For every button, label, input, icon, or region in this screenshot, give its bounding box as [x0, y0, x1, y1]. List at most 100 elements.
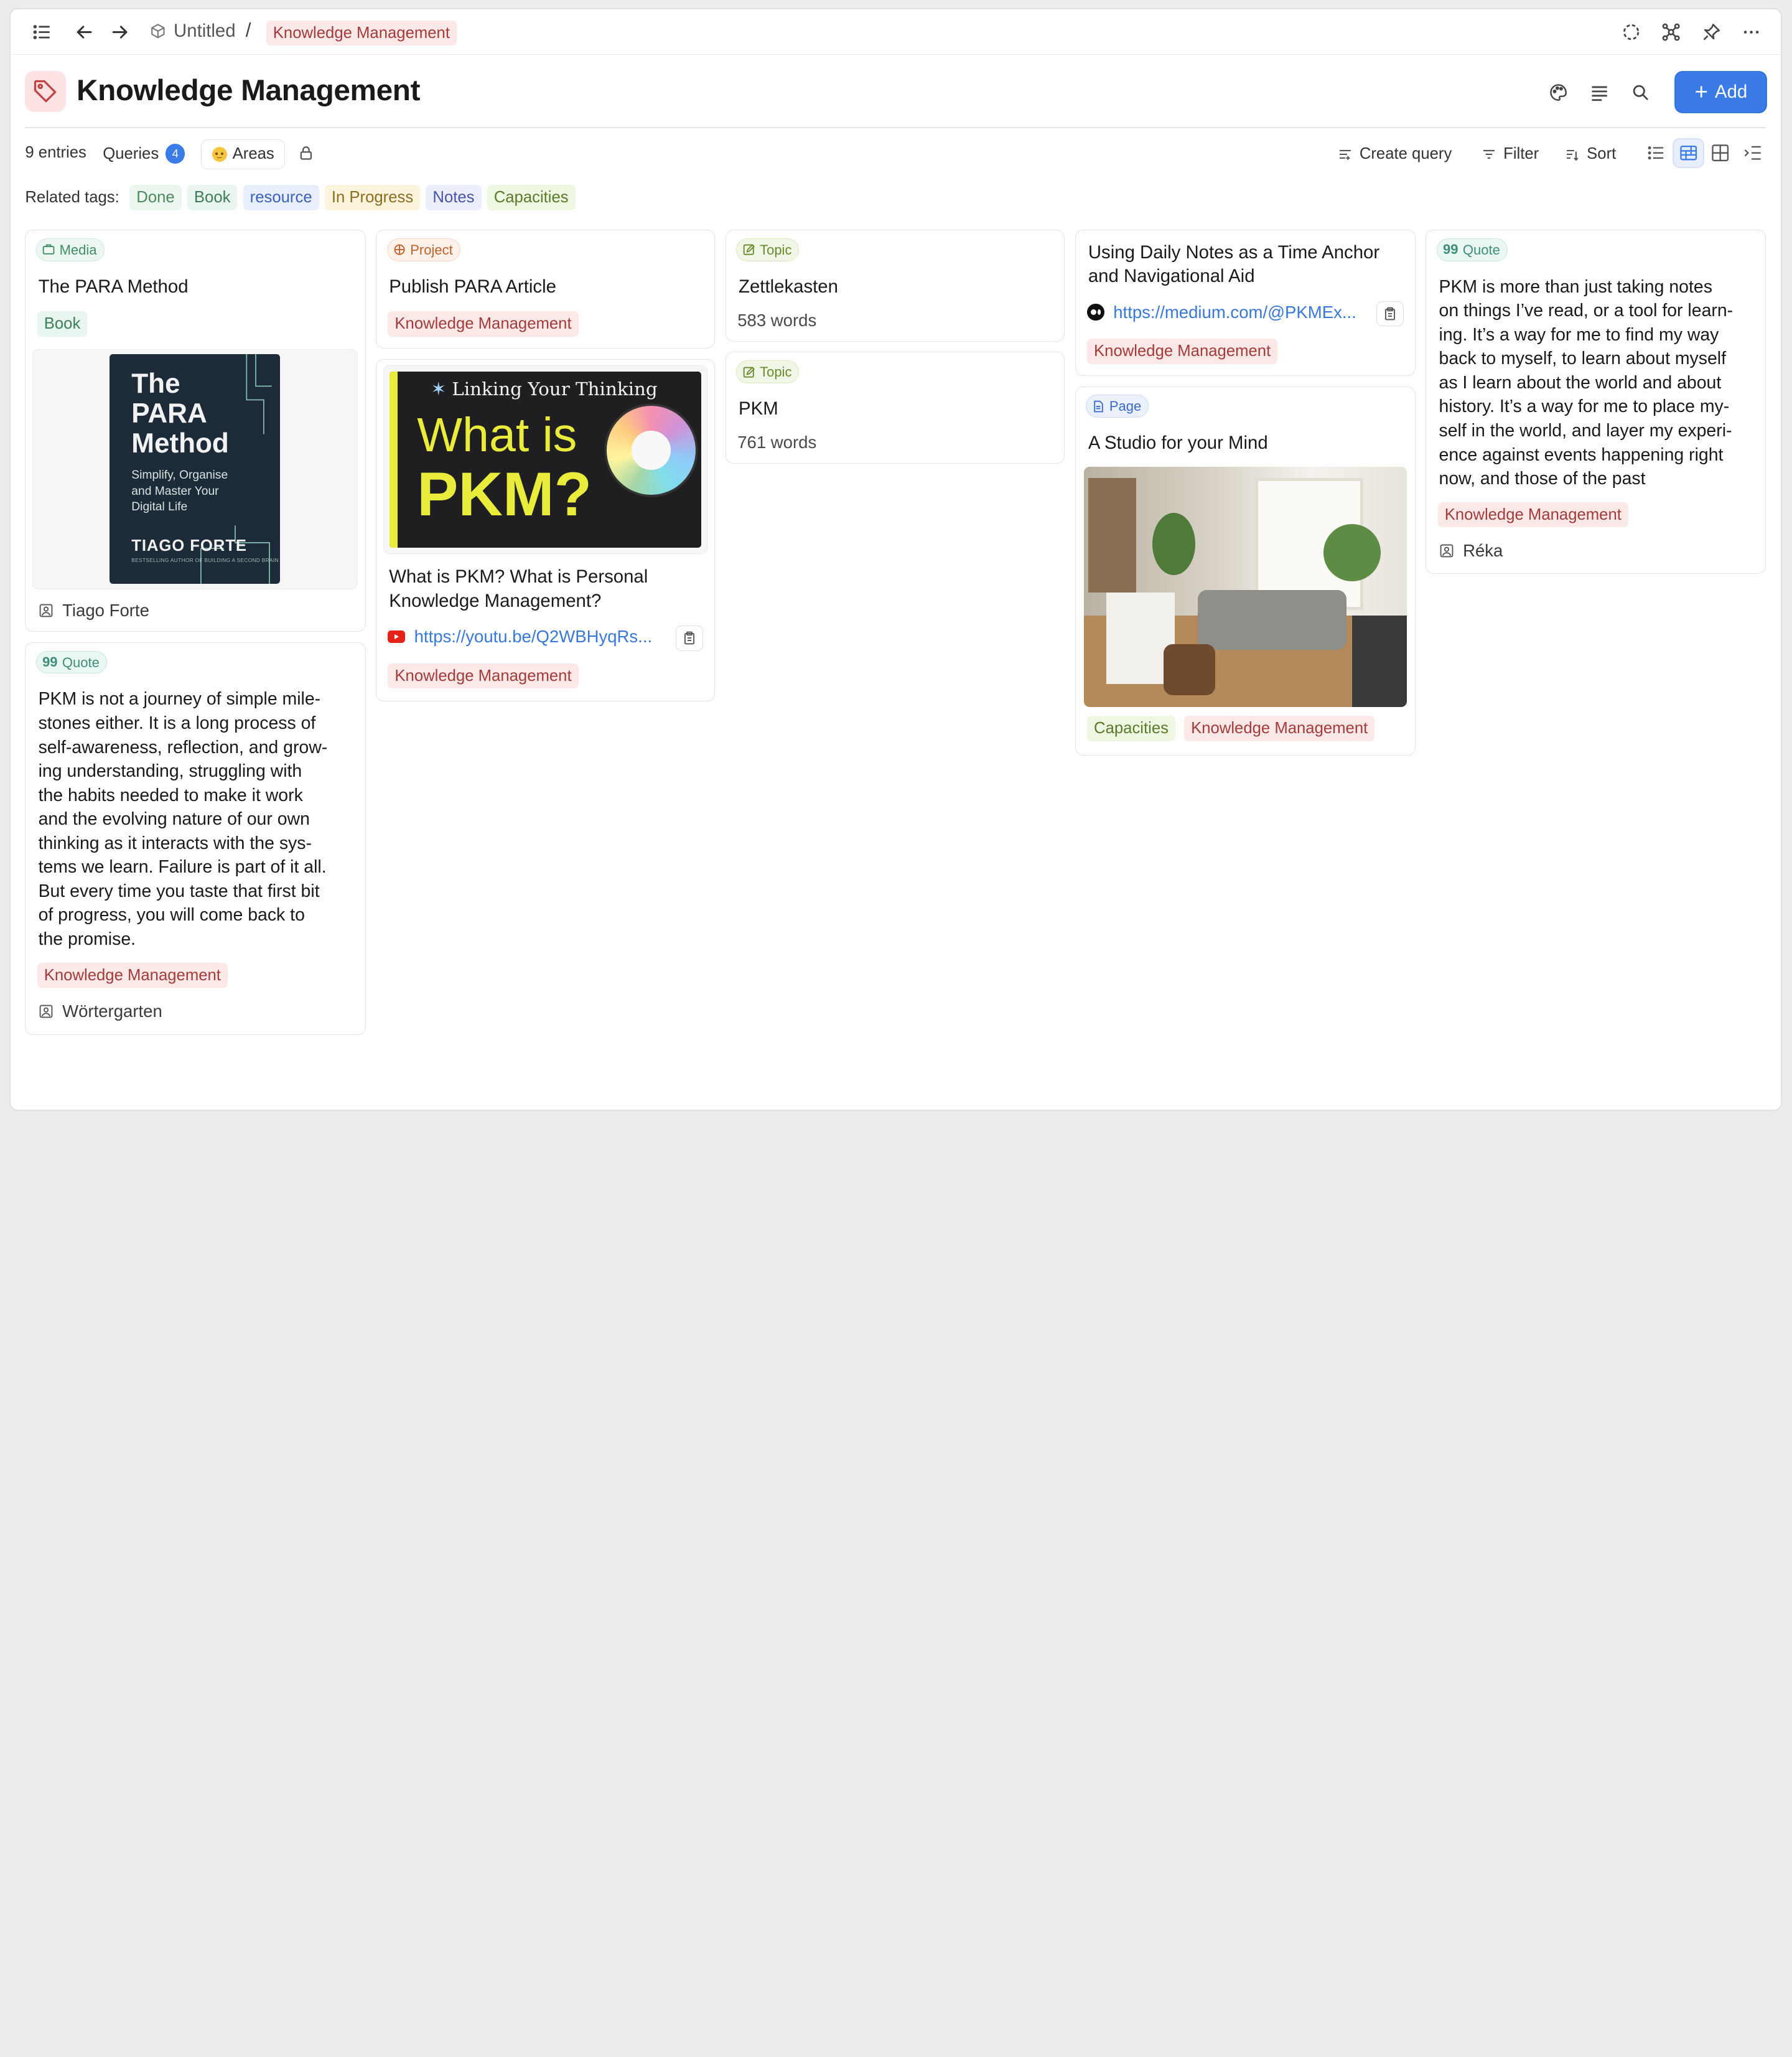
quote-line: But every time you taste that first bit: [38, 881, 320, 901]
tag-knowledge-management[interactable]: Knowledge Management: [1184, 716, 1375, 741]
quote-line: ing. It’s a way for me to find my way: [1439, 324, 1719, 345]
quote-line: PKM is more than just taking notes: [1439, 276, 1712, 297]
author-row[interactable]: Tiago Forte: [39, 601, 149, 621]
filter-icon: [1483, 149, 1495, 159]
related-tag-capacities[interactable]: Capacities: [487, 185, 576, 210]
quote-line: of progress, you will come back to: [38, 905, 305, 925]
photo-bookshelf: [1088, 478, 1136, 593]
top-bar: Untitled / Knowledge Management: [10, 9, 1781, 55]
url-link[interactable]: https://youtu.be/Q2WBHyqRs...: [388, 627, 652, 647]
tag-knowledge-management[interactable]: Knowledge Management: [388, 311, 579, 337]
quote-line: PKM is not a journey of simple mile-: [38, 689, 321, 710]
tag-knowledge-management[interactable]: Knowledge Management: [1087, 339, 1278, 364]
card-daily-notes[interactable]: Using Daily Notes as a Time Anchor and N…: [1075, 230, 1416, 377]
outline-view-icon[interactable]: [1738, 139, 1768, 167]
breadcrumb-root[interactable]: Untitled: [150, 21, 236, 42]
tag-knowledge-management[interactable]: Knowledge Management: [37, 962, 228, 988]
forward-arrow-icon[interactable]: [106, 18, 134, 45]
card-title-line: Using Daily Notes as a Time Anchor: [1088, 241, 1380, 263]
card-title-line: What is PKM? What is Personal: [389, 566, 648, 587]
more-icon[interactable]: [1738, 18, 1765, 45]
clipboard-icon[interactable]: [676, 626, 704, 651]
card-title: What is PKM? What is Personal Knowledge …: [389, 565, 648, 613]
list-view-icon[interactable]: [1641, 139, 1671, 167]
card-zettlekasten[interactable]: Topic Zettlekasten 583 words: [725, 230, 1065, 342]
card-quote-reka[interactable]: 99 Quote PKM is more than just taking no…: [1426, 230, 1766, 574]
add-button-label: Add: [1715, 81, 1748, 102]
pkm-wheel-graphic: [607, 405, 696, 495]
grid-view-icon[interactable]: [1706, 139, 1735, 167]
entries-count: 9 entries: [25, 144, 86, 162]
card-what-is-pkm-video[interactable]: ✶ Linking Your Thinking What is PKM? Wha…: [376, 358, 716, 702]
cube-icon: [151, 24, 165, 39]
graph-icon[interactable]: [1658, 18, 1685, 45]
quote-line: the promise.: [38, 929, 136, 950]
type-chip-label: Media: [59, 241, 97, 258]
breadcrumb-current-tag[interactable]: Knowledge Management: [266, 21, 457, 46]
tag-book[interactable]: Book: [37, 311, 88, 337]
search-icon[interactable]: [1628, 80, 1653, 105]
card-publish-para[interactable]: Project Publish PARA Article Knowledge M…: [376, 230, 716, 349]
dashed-circle-icon[interactable]: [1618, 18, 1645, 45]
card-para-method[interactable]: Media The PARA Method Book The PARA Meth…: [25, 230, 366, 632]
related-tag-done[interactable]: Done: [129, 185, 182, 210]
related-tag-book[interactable]: Book: [187, 185, 238, 210]
card-title: A Studio for your Mind: [1088, 433, 1268, 454]
text-lines-icon[interactable]: [1587, 80, 1612, 105]
sort-label: Sort: [1587, 145, 1617, 163]
source-row[interactable]: Wörtergarten: [39, 1001, 162, 1021]
sidebar-toggle-icon[interactable]: [29, 18, 56, 45]
cover-author: TIAGO FORTE: [131, 537, 247, 555]
lock-icon[interactable]: [296, 143, 317, 163]
queries-button[interactable]: Queries 4: [103, 144, 185, 164]
pkm-wheel-center: [632, 431, 671, 470]
card-title: Zettlekasten: [739, 276, 838, 297]
tag-knowledge-management[interactable]: Knowledge Management: [1437, 502, 1628, 528]
wall-view-icon[interactable]: [1673, 139, 1704, 167]
type-chip-topic: Topic: [736, 238, 800, 261]
card-title-line: and Navigational Aid: [1088, 266, 1255, 287]
card-quote-wortergarten[interactable]: 99 Quote PKM is not a journey of simple …: [25, 642, 366, 1036]
cover-subtitle-3: Digital Life: [131, 500, 188, 514]
person-icon: [1440, 545, 1454, 558]
url-link[interactable]: https://medium.com/@PKMEx...: [1087, 302, 1356, 322]
thumbnail-brand-text: Linking Your Thinking: [452, 378, 658, 400]
clipboard-icon[interactable]: [1376, 301, 1404, 327]
topic-icon: [743, 244, 755, 255]
tag-capacities[interactable]: Capacities: [1087, 716, 1175, 741]
source-row[interactable]: Réka: [1440, 541, 1503, 561]
related-tag-in-progress[interactable]: In Progress: [324, 185, 421, 210]
quote-line: tems we learn. Failure is part of it all…: [38, 857, 327, 878]
type-chip-quote: 99 Quote: [35, 650, 107, 674]
tag-knowledge-management[interactable]: Knowledge Management: [388, 663, 579, 689]
thumbnail-accent-bar: [390, 371, 398, 548]
areas-button[interactable]: Areas: [201, 139, 286, 169]
sort-button[interactable]: Sort: [1565, 142, 1616, 167]
pin-icon[interactable]: [1697, 18, 1725, 45]
card-title: The PARA Method: [38, 276, 189, 297]
create-query-button[interactable]: Create query: [1338, 142, 1452, 167]
type-chip-label: Topic: [760, 241, 792, 258]
video-thumbnail: ✶ Linking Your Thinking What is PKM?: [390, 371, 702, 548]
cover-title-method: Method: [131, 428, 229, 459]
type-chip-quote: 99 Quote: [1436, 238, 1508, 261]
spark-icon: ✶: [431, 378, 446, 400]
card-title-line: Knowledge Management?: [389, 590, 602, 611]
page-icon: [1094, 400, 1104, 413]
create-query-label: Create query: [1359, 145, 1452, 163]
areas-label: Areas: [232, 145, 274, 163]
card-studio-for-your-mind[interactable]: Page A Studio for your Mind Capacities K…: [1075, 386, 1416, 756]
quote-icon: 99: [1443, 241, 1458, 258]
filter-label: Filter: [1503, 145, 1539, 163]
related-tag-resource[interactable]: resource: [243, 185, 319, 210]
type-chip-page: Page: [1086, 395, 1149, 418]
add-button[interactable]: + Add: [1676, 72, 1766, 112]
quote-line: self-awareness, reflection, and grow-: [38, 737, 328, 757]
card-pkm-topic[interactable]: Topic PKM 761 words: [725, 352, 1065, 464]
type-chip-label: Quote: [62, 654, 100, 670]
filter-button[interactable]: Filter: [1482, 142, 1539, 167]
back-arrow-icon[interactable]: [71, 18, 98, 45]
palette-icon[interactable]: [1546, 80, 1570, 105]
areas-emoji-icon: [212, 146, 227, 162]
related-tag-notes[interactable]: Notes: [426, 185, 482, 210]
